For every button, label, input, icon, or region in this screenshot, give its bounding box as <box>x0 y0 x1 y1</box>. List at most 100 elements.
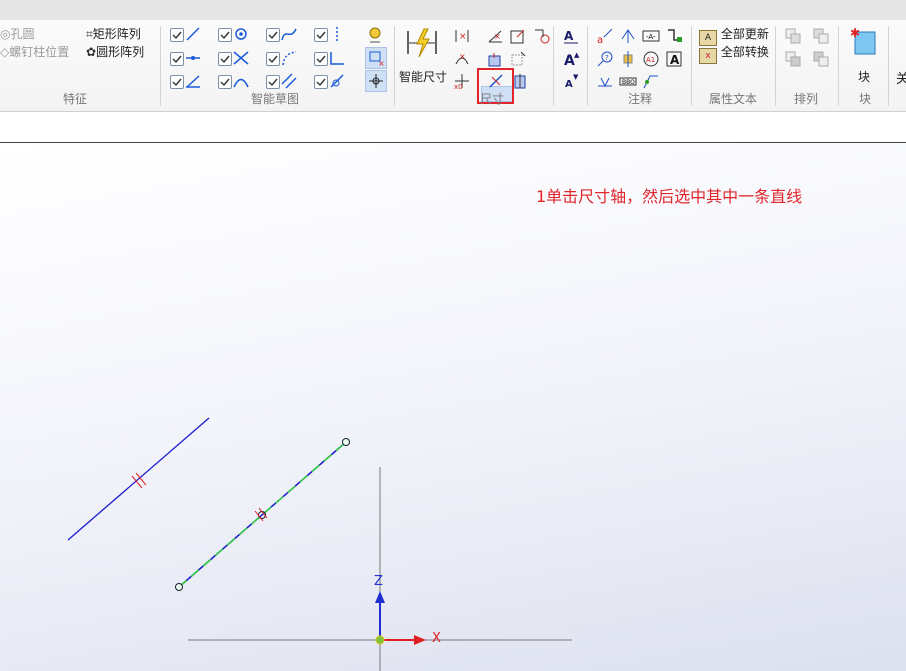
angle-icon[interactable] <box>328 72 346 90</box>
dim-style-icon[interactable] <box>509 50 527 68</box>
svg-text:A: A <box>565 79 573 90</box>
hole-icon: ◎ <box>0 27 11 41</box>
angular-coordinate-icon[interactable] <box>533 27 551 45</box>
x-axis-label: X <box>432 631 441 646</box>
intersection-icon[interactable] <box>232 49 250 67</box>
datum-target-icon[interactable] <box>619 27 637 45</box>
sketch-options-icon[interactable] <box>366 26 384 44</box>
separator <box>587 26 588 106</box>
curve-icon[interactable] <box>280 25 298 43</box>
dimension-group-label: 尺寸 <box>479 92 504 106</box>
sketch-relations-button[interactable]: × <box>365 47 387 69</box>
endpoint-handle[interactable] <box>175 583 183 591</box>
increase-font-icon[interactable]: A ▲ <box>562 50 580 68</box>
convert-all-icon: x <box>699 48 717 64</box>
endpoint-icon[interactable] <box>184 72 202 90</box>
checkbox-icon[interactable] <box>314 52 328 66</box>
separator <box>888 26 889 106</box>
center-mark-icon[interactable] <box>619 50 637 68</box>
svg-text:×: × <box>459 52 466 61</box>
ribbon-toolbar: ◎孔圆 ◇螺钉柱位置 ⌗矩形阵列 ✿圆形阵列 特征 智能草图 × 智能尺寸 × … <box>0 20 906 112</box>
checkbox-icon[interactable] <box>170 28 184 42</box>
svg-text:A: A <box>670 53 680 67</box>
perpendicular-icon[interactable] <box>328 49 346 67</box>
svg-text:-A-: -A- <box>646 33 656 41</box>
line-icon[interactable] <box>184 25 202 43</box>
smart-sketch-group-label: 智能草图 <box>250 92 299 106</box>
circ-array-button[interactable]: ✿圆形阵列 <box>86 43 144 60</box>
checkbox-icon[interactable] <box>266 28 280 42</box>
symmetric-diameter-icon[interactable]: × <box>453 50 471 68</box>
smart-dimension-label: 智能尺寸 <box>399 70 448 84</box>
block-group-label: 块 <box>858 92 871 106</box>
convert-all-button[interactable]: x 全部转换 <box>699 43 769 64</box>
balloon-icon[interactable]: ? <box>596 50 614 68</box>
datum-frame-icon[interactable]: A1 <box>642 50 660 68</box>
hole-button[interactable]: ◎孔圆 <box>0 25 35 42</box>
checkbox-icon[interactable] <box>170 52 184 66</box>
circle-icon[interactable] <box>232 25 250 43</box>
parallel-icon[interactable] <box>280 72 298 90</box>
block-button[interactable]: ✱ <box>849 26 879 58</box>
arc-icon[interactable] <box>232 72 250 90</box>
feature-control-frame-icon[interactable]: -A- <box>642 27 660 45</box>
checkbox-icon[interactable] <box>266 75 280 89</box>
send-to-back-icon[interactable] <box>812 50 830 68</box>
angle-dimension-icon[interactable]: × <box>486 27 504 45</box>
leader-icon[interactable]: a <box>596 27 614 45</box>
separator <box>553 26 554 106</box>
bring-to-front-icon[interactable] <box>812 27 830 45</box>
svg-text:✱: ✱ <box>850 26 860 40</box>
svg-text:A1: A1 <box>646 56 655 64</box>
checkbox-icon[interactable] <box>314 75 328 89</box>
vertical-icon[interactable] <box>328 25 346 43</box>
weld-symbol-icon[interactable] <box>596 72 614 90</box>
coordinate-dimension-icon[interactable] <box>509 27 527 45</box>
checkbox-icon[interactable] <box>170 75 184 89</box>
arrange-group-label: 排列 <box>793 92 818 106</box>
snap-point-button[interactable] <box>365 70 387 92</box>
smart-dimension-button[interactable] <box>404 26 440 60</box>
sketch-drawing <box>67 417 572 671</box>
lightning-dimension-icon <box>407 28 437 58</box>
clipped-command-label[interactable]: 关 <box>896 68 906 87</box>
edge-condition-icon[interactable]: BBO <box>619 72 637 90</box>
svg-text:×: × <box>494 32 501 41</box>
rect-array-icon: ⌗ <box>86 27 93 41</box>
checkbox-icon[interactable] <box>266 52 280 66</box>
checkbox-icon[interactable] <box>218 75 232 89</box>
drawing-canvas[interactable]: 1单击尺寸轴，然后选中其中一条直线 Z X <box>0 143 906 671</box>
sketch-line-left[interactable] <box>67 417 210 541</box>
bolt-position-button[interactable]: ◇螺钉柱位置 <box>0 43 69 60</box>
z-axis-label: Z <box>374 574 383 589</box>
features-group-label: 特征 <box>62 92 87 106</box>
checkbox-icon[interactable] <box>218 52 232 66</box>
svg-text:▼: ▼ <box>573 73 579 81</box>
bolt-icon: ◇ <box>0 45 10 59</box>
tangent-icon[interactable] <box>280 49 298 67</box>
connector-icon[interactable] <box>665 27 683 45</box>
send-backward-icon[interactable] <box>784 50 802 68</box>
svg-text:BBO: BBO <box>622 79 635 86</box>
distance-icon[interactable]: × <box>453 27 471 45</box>
midpoint-icon[interactable] <box>184 49 202 67</box>
svg-text:A: A <box>564 29 574 43</box>
attribute-text-group-label: 属性文本 <box>708 92 757 106</box>
separator <box>775 26 776 106</box>
checkbox-icon[interactable] <box>314 28 328 42</box>
chamfer-dimension-icon[interactable] <box>486 50 504 68</box>
command-bar <box>0 112 906 143</box>
decrease-font-icon[interactable]: A ▼ <box>562 72 580 90</box>
z-axis-arrow <box>375 591 385 638</box>
block-icon: ✱ <box>850 26 876 55</box>
bring-forward-icon[interactable] <box>784 27 802 45</box>
ordinate-dimension-icon[interactable]: x0 <box>453 72 471 90</box>
text-underline-icon[interactable]: A <box>562 27 580 45</box>
checkbox-icon[interactable] <box>218 28 232 42</box>
rect-array-button[interactable]: ⌗矩形阵列 <box>86 25 141 42</box>
endpoint-handle[interactable] <box>342 438 350 446</box>
text-box-icon[interactable]: A <box>665 50 683 68</box>
title-strip <box>0 0 906 20</box>
surface-texture-icon[interactable] <box>642 72 660 90</box>
block-button-label: 块 <box>858 70 871 84</box>
